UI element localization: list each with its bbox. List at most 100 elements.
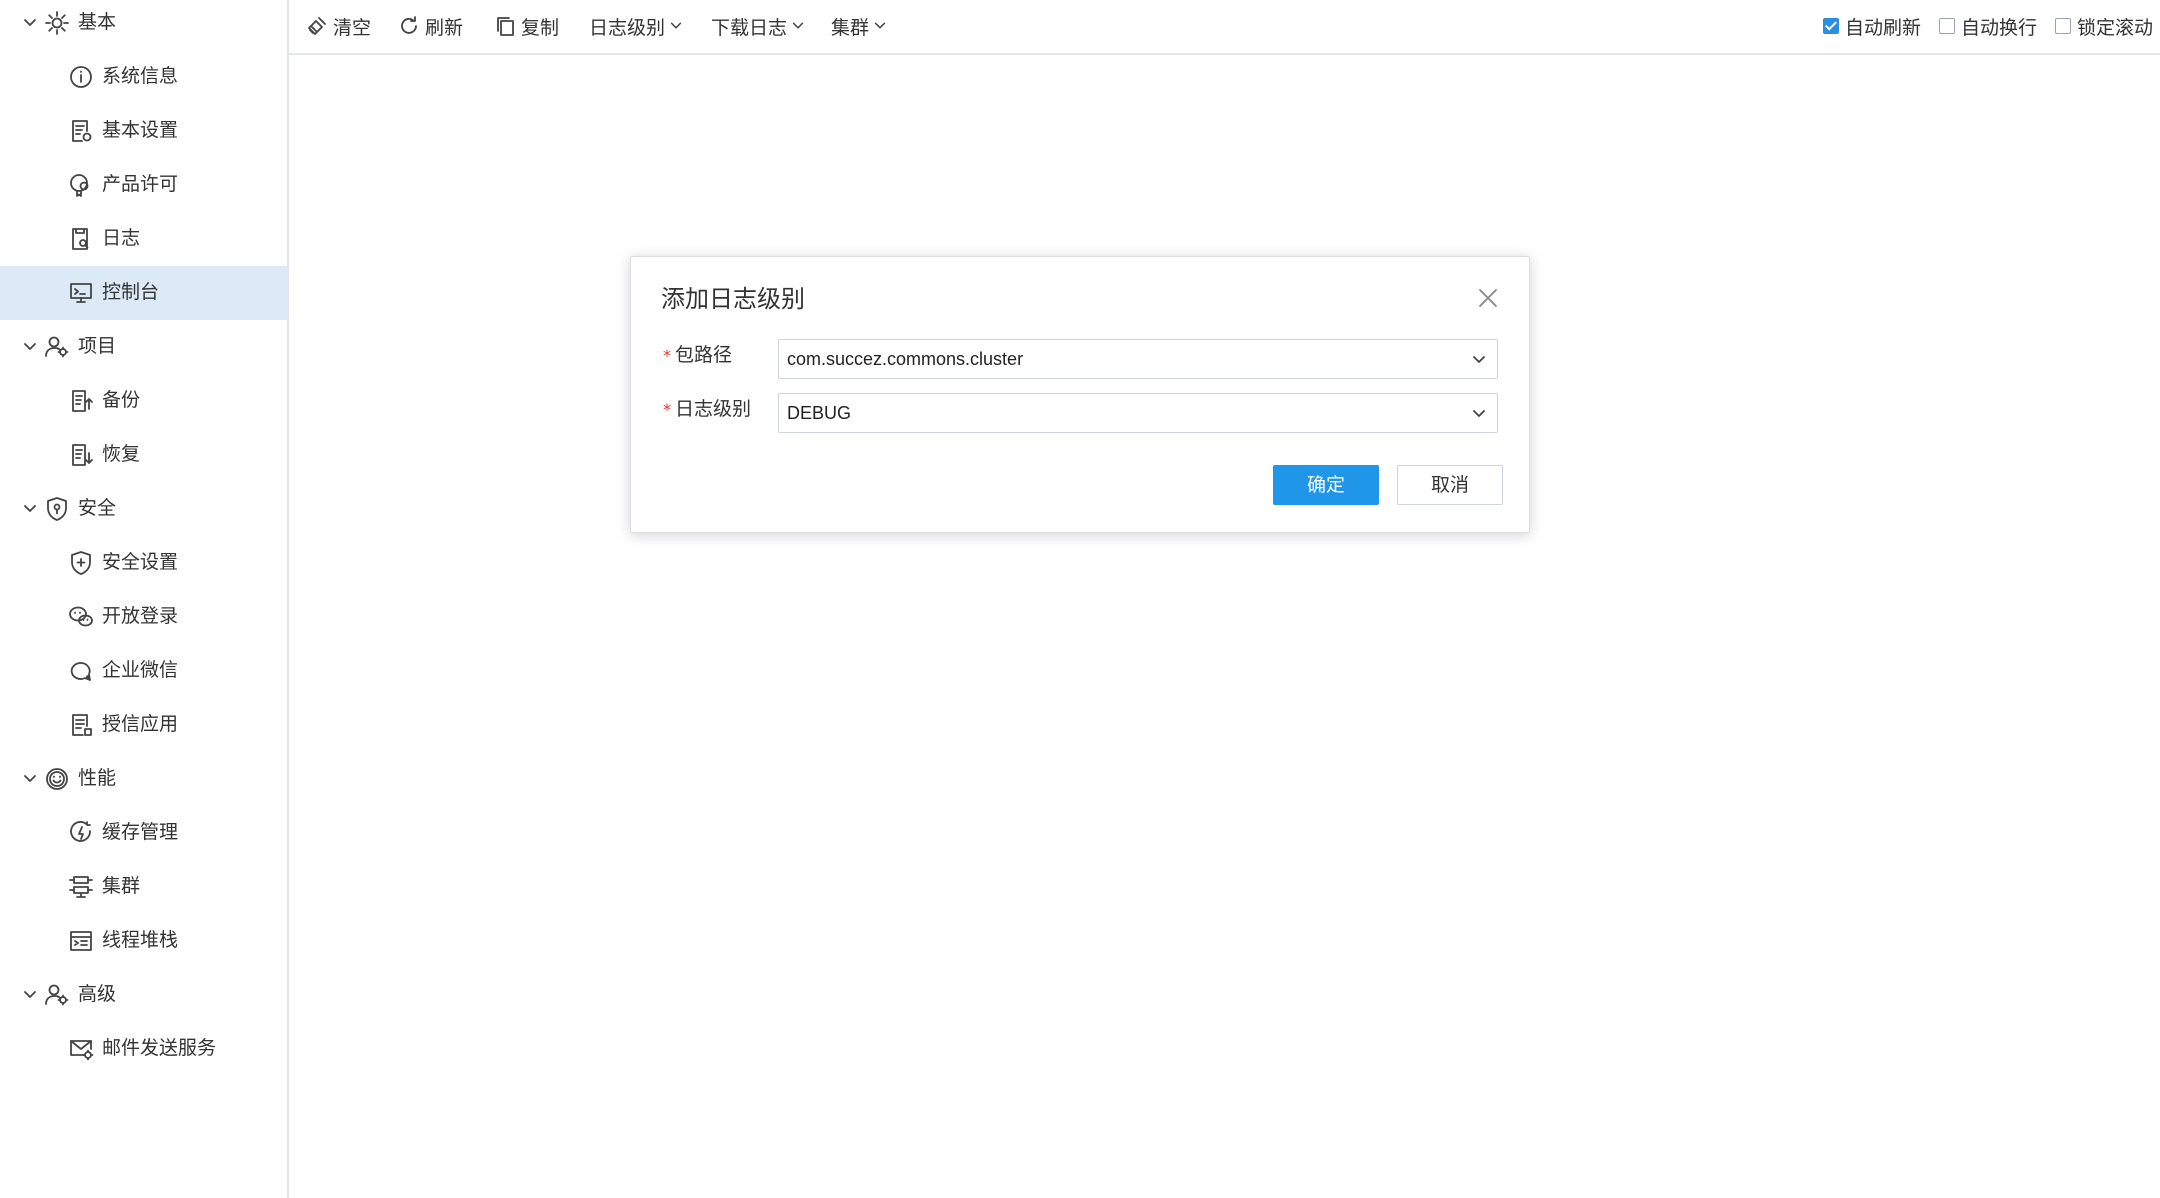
download-log-dropdown[interactable]: 下载日志 [711,10,805,42]
auto-wrap-checkbox[interactable]: 自动换行 [1939,12,2037,40]
confirm-button[interactable]: 确定 [1273,465,1379,505]
copy-label: 复制 [521,16,560,39]
auto-refresh-checkbox[interactable]: 自动刷新 [1823,12,1921,40]
sidebar-item-open-login[interactable]: 开放登录 [0,590,287,644]
project-users-icon [45,336,69,358]
sidebar-item-backup[interactable]: 备份 [0,374,287,428]
required-mark: * [663,400,671,419]
chevron-down-icon [670,22,682,29]
sidebar-item-label: 控制台 [102,281,160,303]
sidebar-item-system-info[interactable]: 系统信息 [0,50,287,104]
clear-button[interactable]: 清空 [305,10,371,42]
nav-group-security[interactable]: 安全 [0,482,289,536]
chevron-down-icon [874,22,886,29]
nav-group-label: 性能 [78,767,117,789]
shield-plus-icon [71,551,91,575]
copy-icon [497,17,514,36]
nav-group-basic[interactable]: 基本 [0,0,289,50]
sidebar-item-label: 企业微信 [102,659,179,681]
sidebar-item-basic-settings[interactable]: 基本设置 [0,104,287,158]
smile-gauge-icon [46,768,68,790]
chevron-down-icon [1473,410,1485,417]
cluster-dropdown[interactable]: 集群 [831,10,887,42]
console-icon [70,283,92,303]
console-output[interactable] [289,55,2160,1198]
checkbox-unchecked[interactable] [2055,18,2071,34]
sidebar-item-label: 系统信息 [102,65,179,87]
log-doc-icon [72,228,89,250]
auto-wrap-label: 自动换行 [1961,16,2038,39]
cluster-label: 集群 [831,16,870,39]
sidebar-item-security-settings[interactable]: 安全设置 [0,536,287,590]
sidebar-item-restore[interactable]: 恢复 [0,428,287,482]
refresh-button[interactable]: 刷新 [397,10,463,42]
sidebar-item-mail-service[interactable]: 邮件发送服务 [0,1022,287,1076]
checkbox-checked[interactable] [1823,18,1839,34]
clear-label: 清空 [333,16,372,39]
nav-group-advanced[interactable]: 高级 [0,968,289,1022]
lock-scroll-checkbox[interactable]: 锁定滚动 [2055,12,2153,40]
copy-button[interactable]: 复制 [493,10,559,42]
nav-group-performance[interactable]: 性能 [0,752,289,806]
add-log-level-dialog: 添加日志级别 * 包路径 com.succez.commons.cluster *… [630,256,1530,533]
nav-group-project[interactable]: 项目 [0,320,289,374]
sidebar-item-cache-management[interactable]: 缓存管理 [0,806,287,860]
checkbox-unchecked[interactable] [1939,18,1955,34]
app-doc-icon [72,714,92,736]
sidebar-item-label: 产品许可 [102,173,179,195]
sidebar-item-console[interactable]: 控制台 [0,266,287,320]
sidebar-item-label: 缓存管理 [102,821,179,843]
chevron-down-icon [24,991,36,998]
chevron-down-icon [24,19,36,26]
settings-doc-icon [72,120,92,142]
log-level-select[interactable]: DEBUG [778,393,1498,433]
dialog-title: 添加日志级别 [661,285,805,313]
console-toolbar: 清空 刷新 复制 日志级别 下载日志 集群 自动刷新 自动换行 锁定滚动 [289,0,2160,55]
thread-stack-icon [70,931,92,951]
broom-icon [308,17,326,35]
level-label-text: 日志级别 [675,398,752,420]
sidebar-item-thread-stack[interactable]: 线程堆栈 [0,914,287,968]
log-level-label: 日志级别 [589,16,666,39]
chat-bubble-icon [70,662,91,681]
chevron-down-icon [24,343,36,350]
cache-icon [70,821,91,842]
chevron-down-icon [1473,356,1485,363]
sidebar-item-label: 安全设置 [102,551,179,573]
sidebar-item-enterprise-wechat[interactable]: 企业微信 [0,644,287,698]
sidebar-item-label: 恢复 [102,443,141,465]
sidebar-item-cluster[interactable]: 集群 [0,860,287,914]
package-path-label: * 包路径 [663,341,732,370]
lock-scroll-label: 锁定滚动 [2077,16,2154,39]
restore-icon [72,444,93,466]
sidebar-item-log[interactable]: 日志 [0,212,287,266]
cancel-button[interactable]: 取消 [1397,465,1503,505]
log-level-dropdown[interactable]: 日志级别 [589,10,683,42]
package-path-select[interactable]: com.succez.commons.cluster [778,339,1498,379]
gear-icon [45,11,69,35]
wechat-icon [69,606,93,627]
sidebar: 基本 系统信息 基本设置 产品许可 日志 控制台 项目 备份 恢复 安全 安全设… [0,0,289,1198]
sidebar-item-label: 线程堆栈 [102,929,179,951]
sidebar-item-label: 邮件发送服务 [102,1037,217,1059]
sidebar-item-trusted-apps[interactable]: 授信应用 [0,698,287,752]
log-level-field-label: * 日志级别 [663,395,751,424]
nav-group-label: 项目 [78,335,117,357]
info-icon [70,66,92,88]
nav-group-label: 安全 [78,497,117,519]
nav-group-label: 高级 [78,983,117,1005]
sidebar-item-label: 授信应用 [102,713,179,735]
chevron-down-icon [24,775,36,782]
auto-refresh-label: 自动刷新 [1845,16,1922,39]
required-mark: * [663,346,671,365]
package-path-value: com.succez.commons.cluster [787,349,1024,369]
sidebar-item-label: 备份 [102,389,141,411]
sidebar-item-license[interactable]: 产品许可 [0,158,287,212]
sidebar-item-label: 开放登录 [102,605,179,627]
close-icon[interactable] [1477,287,1499,309]
package-label-text: 包路径 [675,344,733,366]
sidebar-item-label: 集群 [102,875,141,897]
refresh-label: 刷新 [425,16,464,39]
shield-icon [47,497,67,521]
download-log-label: 下载日志 [711,16,788,39]
